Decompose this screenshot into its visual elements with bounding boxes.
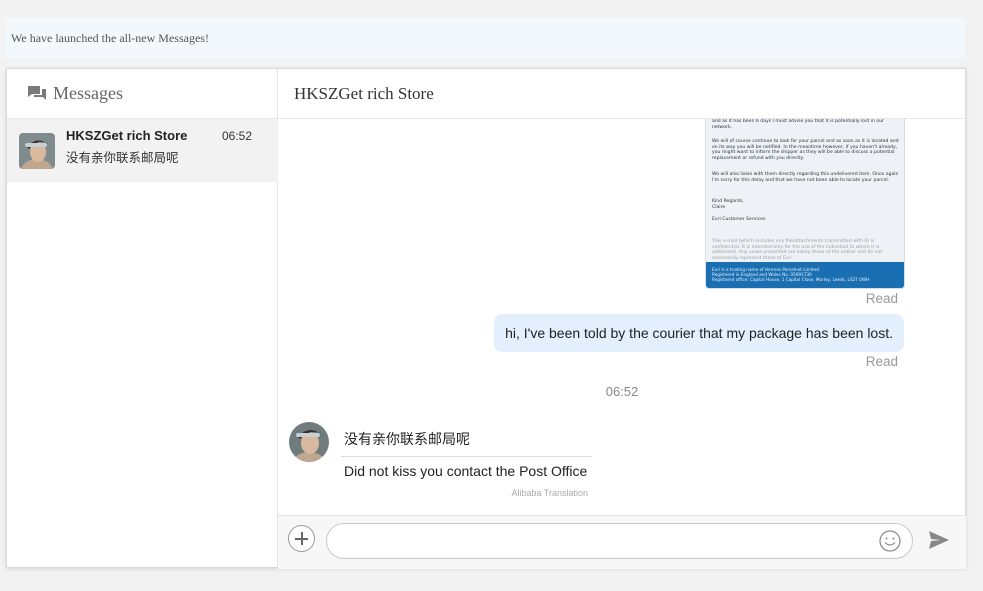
email-line: We will also liaise with them directly r… (712, 172, 899, 183)
sidebar-header: Messages (7, 69, 277, 119)
email-line: Claire (712, 205, 726, 210)
email-line: We will of course continue to look for y… (712, 139, 899, 161)
announcement-text: We have launched the all-new Messages! (11, 31, 209, 45)
message-input-wrapper[interactable] (326, 523, 913, 559)
sent-message-bubble: hi, I've been told by the courier that m… (494, 314, 904, 352)
chat-title: HKSZGet rich Store (294, 83, 434, 103)
message-list[interactable]: and as it has been 6 days I must advise … (278, 119, 966, 515)
email-footer-line: Registered office: Capitol House, 1 Capi… (712, 277, 870, 282)
sidebar-title: Messages (53, 83, 123, 103)
chat-header: HKSZGet rich Store (278, 69, 966, 119)
read-receipt: Read (865, 291, 898, 306)
conversation-sidebar: Messages HKSZGet rich Store 06:52 没有亲你联系… (7, 69, 278, 567)
translated-message-text: Did not kiss you contact the Post Office (344, 463, 588, 479)
messages-panel: Messages HKSZGet rich Store 06:52 没有亲你联系… (6, 68, 966, 569)
email-footer: Evri is a trading name of Hermes Parceln… (706, 262, 904, 288)
email-line: Evri Customer Services (712, 217, 766, 222)
received-message: 没有亲你联系邮局呢 Did not kiss you contact the P… (341, 424, 592, 498)
original-message-text: 没有亲你联系邮局呢 (344, 432, 470, 448)
time-separator: 06:52 (605, 384, 639, 399)
plus-circle-icon[interactable] (288, 525, 315, 552)
paper-plane-icon[interactable] (928, 530, 950, 550)
conversation-preview: 没有亲你联系邮局呢 (66, 150, 179, 165)
announcement-banner: We have launched the all-new Messages! (5, 18, 965, 58)
chat-bubbles-icon (28, 85, 46, 100)
avatar (19, 133, 55, 169)
conversation-name: HKSZGet rich Store (66, 128, 188, 143)
conversation-time: 06:52 (222, 129, 253, 143)
email-screenshot-image[interactable]: and as it has been 6 days I must advise … (705, 119, 905, 289)
conversation-item[interactable]: HKSZGet rich Store 06:52 没有亲你联系邮局呢 (7, 119, 278, 182)
avatar[interactable] (289, 422, 329, 462)
message-composer (278, 515, 966, 569)
email-line: Kind Regards, (712, 199, 744, 204)
message-input[interactable] (341, 530, 861, 552)
chat-area: HKSZGet rich Store and as it has been 6 … (278, 69, 966, 569)
translation-attribution: Alibaba Translation (511, 488, 588, 498)
email-disclaimer: This e-mail (which includes any file/att… (712, 239, 883, 261)
smiley-icon[interactable] (879, 530, 901, 552)
read-receipt: Read (865, 354, 898, 369)
email-line: and as it has been 6 days I must advise … (712, 119, 885, 130)
